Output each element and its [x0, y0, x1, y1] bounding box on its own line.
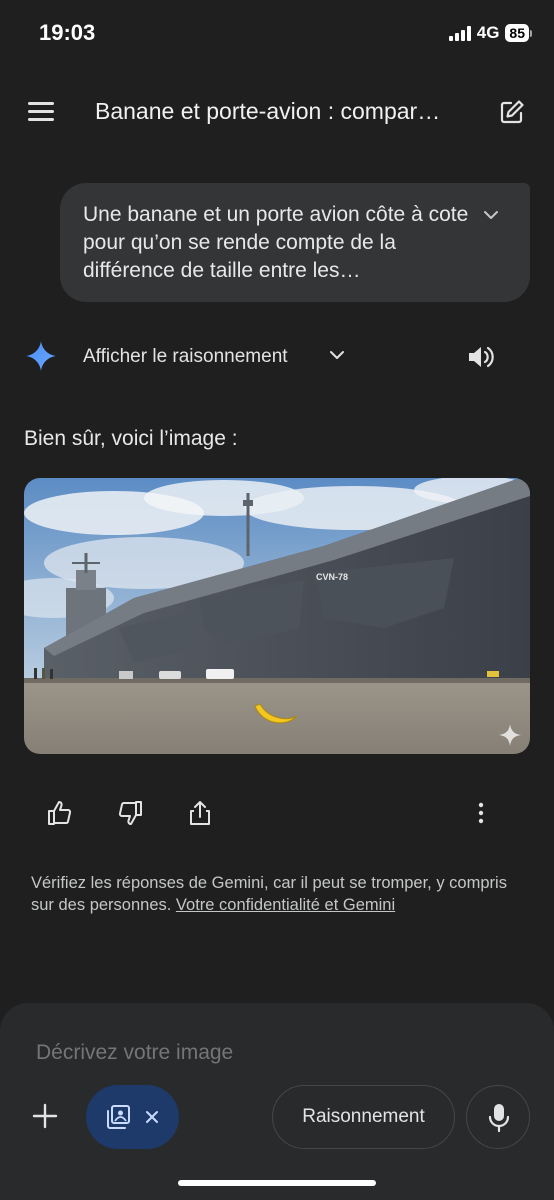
composer: Raisonnement: [0, 1003, 554, 1200]
more-options-icon[interactable]: [467, 799, 495, 827]
status-indicators: 4G 85: [448, 23, 532, 43]
microphone-icon: [488, 1104, 510, 1133]
signal-icon: [448, 25, 471, 41]
chevron-down-icon[interactable]: [329, 350, 345, 361]
show-reasoning-toggle[interactable]: Afficher le raisonnement: [83, 346, 288, 368]
privacy-link[interactable]: Votre confidentialité et Gemini: [176, 896, 395, 914]
network-type: 4G: [476, 23, 500, 42]
speaker-icon[interactable]: [466, 342, 496, 372]
app-header: Banane et porte-avion : compar…: [0, 86, 554, 140]
chevron-down-icon[interactable]: [482, 209, 500, 221]
new-chat-icon[interactable]: [498, 98, 526, 126]
image-generation-icon: [107, 1105, 130, 1129]
generated-image[interactable]: CVN-78: [24, 478, 530, 754]
battery-level: 85: [505, 24, 529, 42]
microphone-button[interactable]: [466, 1085, 530, 1149]
thumbs-up-icon[interactable]: [46, 799, 74, 827]
image-tool-chip[interactable]: [86, 1085, 179, 1149]
close-icon[interactable]: [144, 1109, 160, 1125]
hull-number: CVN-78: [316, 572, 348, 582]
share-icon[interactable]: [186, 799, 214, 827]
response-actions: [0, 795, 554, 835]
menu-icon[interactable]: [26, 99, 56, 123]
add-icon[interactable]: [30, 1101, 60, 1131]
response-header: Afficher le raisonnement: [0, 338, 554, 378]
status-bar: 19:03 4G 85: [0, 0, 554, 70]
conversation-title[interactable]: Banane et porte-avion : compar…: [95, 98, 465, 125]
reasoning-button[interactable]: Raisonnement: [272, 1085, 455, 1149]
prompt-input[interactable]: [36, 1041, 506, 1065]
user-message-bubble[interactable]: Une banane et un porte avion côte à cote…: [60, 183, 530, 302]
thumbs-down-icon[interactable]: [116, 799, 144, 827]
battery-icon: 85: [505, 24, 532, 42]
response-text: Bien sûr, voici l’image :: [24, 427, 238, 450]
home-indicator[interactable]: [178, 1180, 376, 1186]
user-message-text: Une banane et un porte avion côte à cote…: [83, 203, 469, 282]
gemini-sparkle-icon: [26, 341, 56, 371]
status-time: 19:03: [39, 20, 96, 45]
disclaimer: Vérifiez les réponses de Gemini, car il …: [31, 872, 531, 916]
